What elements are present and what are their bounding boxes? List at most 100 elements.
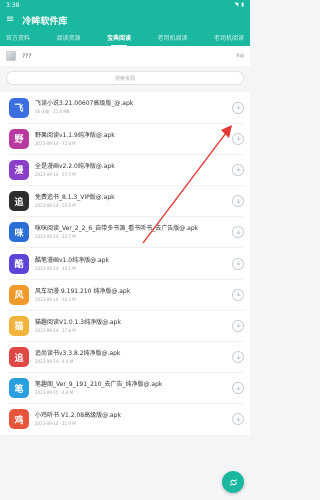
status-time: 3:38	[6, 1, 20, 9]
app-bar: ≡ 冷眸软件库	[0, 10, 250, 30]
app-icon: 野	[9, 128, 29, 149]
app-screen: 3:38 ◥ ▮ ≡ 冷眸软件库 官方资料 阅读资源 宝典阅读 老司机阅读 老司…	[0, 0, 250, 500]
app-icon: 酷	[9, 253, 29, 274]
user-name: ???	[22, 52, 32, 60]
file-info: 2023-09-14 · 40.1 M	[35, 265, 76, 271]
file-name: 风车动漫 9.191.210 纯净版@.apk	[35, 287, 131, 295]
download-icon	[235, 292, 241, 297]
file-meta: 笔趣阁_Ver_9_191_210_去广告_纯净版@.apk 2023-09-15…	[35, 381, 226, 395]
download-button[interactable]	[232, 257, 244, 270]
file-meta: 小鸡听书 V1.2.08高级版@.apk 2023-09-14 · 21.9 M	[35, 412, 226, 426]
battery-icon: ▮	[241, 2, 244, 8]
list-item[interactable]: 漫全是漫画v2.2.0纯净版@.apk 2023-09-14 · 57.5 M	[0, 154, 250, 186]
file-meta: 咪咪阅读_Ver_2_2_6_自带多书源_看书听书_去广告版@.apk 2023-…	[35, 225, 226, 239]
file-meta: 野果阅读v1.1.9纯净版@.apk 2023-09-14 · 72.8 M	[35, 132, 226, 146]
file-info: 2023-09-14 · 4.4 M	[35, 359, 74, 365]
download-button[interactable]	[232, 319, 244, 332]
file-meta: 酷笔漫画v1.0纯净版@.apk 2023-09-14 · 40.1 M	[35, 257, 226, 271]
file-name: 猫趣阅读V1.0.1.3纯净版@.apk	[35, 318, 121, 326]
download-button[interactable]	[232, 413, 244, 426]
file-name: 酷笔漫画v1.0纯净版@.apk	[35, 256, 109, 264]
file-info: 2023-09-14 · 23.7 M	[35, 234, 76, 240]
download-icon	[235, 260, 241, 266]
file-meta: 风车动漫 9.191.210 纯净版@.apk 2023-09-14 · 30.3…	[35, 288, 226, 302]
search-input[interactable]: 搜索资源	[6, 71, 244, 85]
file-info: 2023-09-14 · 30.3 M	[35, 296, 76, 302]
file-info: 2023-09-15 · 4.4 M	[35, 390, 74, 396]
download-icon	[235, 385, 241, 391]
list-item[interactable]: 猫猫趣阅读V1.0.1.3纯净版@.apk 2023-09-14 · 17.8 M	[0, 310, 250, 342]
tab-bar: 官方资料 阅读资源 宝典阅读 老司机阅读 老司机阅读	[0, 30, 250, 47]
download-icon	[235, 354, 241, 359]
tab-reading-collection[interactable]: 宝典阅读	[107, 33, 131, 47]
download-icon	[235, 167, 241, 172]
app-icon: 风	[9, 284, 29, 305]
file-name: 全是漫画v2.2.0纯净版@.apk	[35, 162, 115, 170]
file-name: 免费追书_8.1.3_VIP版@.apk	[35, 194, 115, 202]
menu-icon[interactable]: ≡	[6, 15, 14, 25]
download-button[interactable]	[232, 288, 244, 301]
list-item[interactable]: 飞飞读小说3.21.00607高级版_@.apk 16 天前 · 21.0 MB	[0, 92, 250, 124]
list-item[interactable]: 咪咪咪阅读_Ver_2_2_6_自带多书源_看书听书_去广告版@.apk 2023…	[0, 217, 250, 249]
tab-veteran-reading-2[interactable]: 老司机阅读	[214, 33, 244, 44]
app-icon: 鸡	[9, 409, 29, 430]
file-info: 2023-09-14 · 21.9 M	[35, 421, 76, 427]
status-icons: ◥ ▮	[234, 2, 244, 8]
search-placeholder: 搜索资源	[114, 75, 135, 82]
download-button[interactable]	[232, 226, 244, 239]
app-icon: 飞	[9, 97, 29, 118]
status-bar: 3:38 ◥ ▮	[0, 0, 250, 10]
file-name: 追尚读书v3.3.8.2纯净版@.apk	[35, 350, 121, 358]
fab-icon	[229, 478, 237, 486]
search-area: 搜索资源	[0, 66, 250, 92]
file-meta: 免费追书_8.1.3_VIP版@.apk 2023-09-14 · 55.9 M	[35, 194, 226, 208]
app-icon: 追	[9, 347, 29, 368]
download-button[interactable]	[232, 382, 244, 395]
file-meta: 追尚读书v3.3.8.2纯净版@.apk 2023-09-14 · 4.4 M	[35, 350, 226, 364]
app-title: 冷眸软件库	[22, 16, 68, 27]
wifi-icon: ◥	[234, 2, 239, 8]
list-item[interactable]: 酷酷笔漫画v1.0纯净版@.apk 2023-09-14 · 40.1 M	[0, 248, 250, 280]
download-icon	[235, 136, 241, 141]
download-icon	[235, 323, 241, 328]
list-item[interactable]: 追追尚读书v3.3.8.2纯净版@.apk 2023-09-14 · 4.4 M	[0, 342, 250, 373]
avatar[interactable]	[6, 51, 16, 61]
list-item[interactable]: 鸡小鸡听书 V1.2.08高级版@.apk 2023-09-14 · 21.9 M	[0, 404, 250, 436]
download-icon	[235, 416, 241, 422]
user-row: ??? 率级	[0, 46, 250, 66]
file-name: 笔趣阁_Ver_9_191_210_去广告_纯净版@.apk	[35, 381, 163, 389]
user-level: 率级	[236, 53, 244, 58]
download-button[interactable]	[232, 163, 244, 176]
list-item[interactable]: 笔笔趣阁_Ver_9_191_210_去广告_纯净版@.apk 2023-09-1…	[0, 373, 250, 405]
download-icon	[235, 229, 241, 235]
app-icon: 追	[9, 191, 29, 212]
app-icon: 笔	[9, 378, 29, 399]
tab-official[interactable]: 官方资料	[6, 33, 30, 44]
app-icon: 咪	[9, 222, 29, 243]
download-icon	[235, 198, 241, 203]
app-icon: 猫	[9, 315, 29, 336]
file-name: 野果阅读v1.1.9纯净版@.apk	[35, 131, 115, 139]
download-button[interactable]	[232, 101, 244, 114]
tab-reading-resources[interactable]: 阅读资源	[56, 33, 80, 44]
file-name: 咪咪阅读_Ver_2_2_6_自带多书源_看书听书_去广告版@.apk	[35, 225, 199, 233]
list-item[interactable]: 风风车动漫 9.191.210 纯净版@.apk 2023-09-14 · 30.…	[0, 279, 250, 311]
list-item[interactable]: 追免费追书_8.1.3_VIP版@.apk 2023-09-14 · 55.9 M	[0, 186, 250, 217]
file-name: 飞读小说3.21.00607高级版_@.apk	[35, 100, 134, 108]
download-button[interactable]	[232, 132, 244, 145]
file-info: 2023-09-14 · 57.5 M	[35, 171, 76, 177]
download-button[interactable]	[232, 195, 244, 208]
app-icon: 漫	[9, 159, 29, 180]
floating-action-button[interactable]	[222, 471, 244, 493]
file-info: 2023-09-14 · 17.8 M	[35, 327, 76, 333]
tab-veteran-reading-1[interactable]: 老司机阅读	[157, 33, 187, 44]
list-item[interactable]: 野野果阅读v1.1.9纯净版@.apk 2023-09-14 · 72.8 M	[0, 123, 250, 155]
file-list: 飞飞读小说3.21.00607高级版_@.apk 16 天前 · 21.0 MB 野…	[0, 92, 250, 436]
file-name: 小鸡听书 V1.2.08高级版@.apk	[35, 412, 121, 420]
file-info: 16 天前 · 21.0 MB	[35, 109, 70, 115]
file-info: 2023-09-14 · 72.8 M	[35, 140, 76, 146]
file-meta: 猫趣阅读V1.0.1.3纯净版@.apk 2023-09-14 · 17.8 M	[35, 319, 226, 333]
file-meta: 全是漫画v2.2.0纯净版@.apk 2023-09-14 · 57.5 M	[35, 163, 226, 177]
download-icon	[235, 104, 241, 110]
download-button[interactable]	[232, 351, 244, 364]
